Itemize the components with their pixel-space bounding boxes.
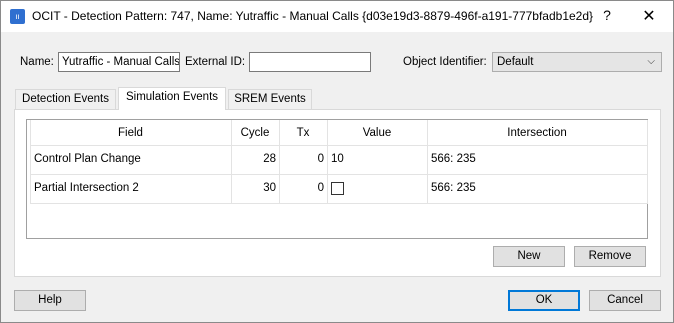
help-button[interactable]: Help bbox=[14, 290, 86, 311]
tab-srem-events[interactable]: SREM Events bbox=[228, 89, 312, 110]
new-button[interactable]: New bbox=[493, 246, 565, 267]
row-field: Control Plan Change bbox=[34, 153, 141, 165]
events-table: Field Cycle Tx Value Intersection Contro… bbox=[26, 119, 648, 239]
row-intersection[interactable]: 566: 235 bbox=[431, 174, 476, 203]
title-bar[interactable]: ıı OCIT - Detection Pattern: 747, Name: … bbox=[1, 1, 673, 32]
object-identifier-label: Object Identifier: bbox=[403, 56, 487, 68]
external-id-field[interactable] bbox=[249, 52, 371, 72]
chevron-down-icon: ⌵ bbox=[647, 56, 655, 67]
row-tx[interactable]: 0 bbox=[279, 145, 324, 174]
column-header-value[interactable]: Value bbox=[327, 120, 427, 146]
row-intersection[interactable]: 566: 235 bbox=[431, 145, 476, 174]
external-id-label: External ID: bbox=[185, 56, 246, 68]
remove-button[interactable]: Remove bbox=[574, 246, 646, 267]
grid-line bbox=[30, 203, 647, 204]
column-header-intersection[interactable]: Intersection bbox=[427, 120, 647, 146]
dialog-window: ıı OCIT - Detection Pattern: 747, Name: … bbox=[0, 0, 674, 323]
row-tx[interactable]: 0 bbox=[279, 174, 324, 203]
window-title: OCIT - Detection Pattern: 747, Name: Yut… bbox=[32, 9, 594, 23]
name-field[interactable]: Yutraffic - Manual Calls bbox=[58, 52, 180, 72]
row-value-checkbox[interactable] bbox=[331, 182, 344, 195]
close-icon[interactable]: ✕ bbox=[637, 6, 661, 26]
object-identifier-select[interactable]: Default ⌵ bbox=[492, 52, 662, 72]
app-icon: ıı bbox=[10, 9, 25, 24]
name-label: Name: bbox=[20, 56, 54, 68]
column-header-cycle[interactable]: Cycle bbox=[231, 120, 279, 146]
column-header-tx[interactable]: Tx bbox=[279, 120, 327, 146]
ok-button[interactable]: OK bbox=[508, 290, 580, 311]
tab-simulation-events[interactable]: Simulation Events bbox=[118, 87, 226, 110]
object-identifier-value: Default bbox=[497, 56, 534, 68]
column-header-field[interactable]: Field bbox=[30, 120, 231, 146]
help-title-button[interactable]: ? bbox=[595, 7, 619, 27]
row-cycle[interactable]: 30 bbox=[231, 174, 276, 203]
cancel-button[interactable]: Cancel bbox=[589, 290, 661, 311]
grid-line bbox=[647, 120, 648, 204]
row-value[interactable]: 10 bbox=[331, 145, 344, 174]
row-cycle[interactable]: 28 bbox=[231, 145, 276, 174]
tab-detection-events[interactable]: Detection Events bbox=[15, 89, 116, 110]
row-field: Partial Intersection 2 bbox=[34, 182, 139, 194]
